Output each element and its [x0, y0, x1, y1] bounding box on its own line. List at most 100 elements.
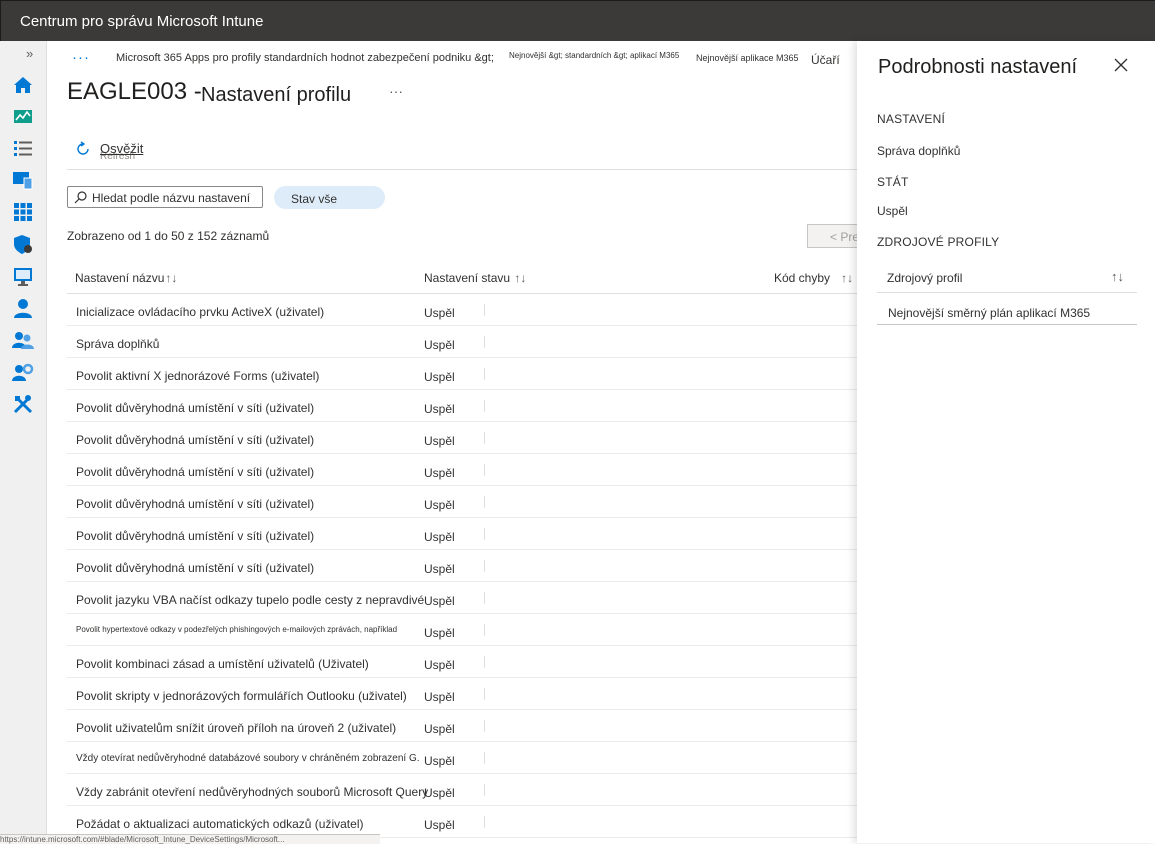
- table-row[interactable]: Správa doplňků Uspěl: [67, 326, 857, 358]
- table-row[interactable]: Povolit skripty v jednorázových formulář…: [67, 678, 857, 710]
- main-content: ··· Microsoft 365 Apps pro profily stand…: [47, 41, 857, 843]
- setting-status-cell: Uspěl: [424, 402, 455, 416]
- table-row[interactable]: Povolit uživatelům snížit úroveň příloh …: [67, 710, 857, 742]
- cell-separator: [484, 400, 485, 412]
- source-header-divider: [877, 292, 1137, 293]
- table-row[interactable]: Povolit důvěryhodná umístění v síti (uži…: [67, 422, 857, 454]
- column-header-setting-status[interactable]: Nastavení stavu ↑↓: [424, 271, 526, 285]
- cell-separator: [484, 656, 485, 668]
- source-profile-column-header[interactable]: Zdrojový profil: [887, 271, 962, 285]
- source-profiles-label: ZDROJOVÉ PROFILY: [877, 235, 1000, 249]
- breadcrumb-item-latest[interactable]: Nejnovější &gt; standardních &gt; aplika…: [509, 51, 679, 60]
- setting-name-cell[interactable]: Správa doplňků: [76, 337, 159, 351]
- source-profile-row: Nejnovější směrný plán aplikací M365: [888, 306, 1091, 320]
- column-header-setting-name[interactable]: Nastavení názvu↑↓: [75, 271, 177, 285]
- setting-name-cell[interactable]: Povolit skripty v jednorázových formulář…: [76, 689, 407, 703]
- cell-separator: [484, 688, 485, 700]
- setting-name-cell[interactable]: Povolit důvěryhodná umístění v síti (uži…: [76, 433, 314, 447]
- cell-separator: [484, 528, 485, 540]
- table-row[interactable]: Povolit důvěryhodná umístění v síti (uži…: [67, 486, 857, 518]
- dashboard-icon[interactable]: [12, 105, 34, 127]
- status-filter-label: Stav vše: [291, 192, 338, 206]
- table-row[interactable]: Povolit důvěryhodná umístění v síti (uži…: [67, 550, 857, 582]
- state-value: Uspěl: [877, 204, 908, 218]
- sort-icon[interactable]: ↑↓: [841, 271, 853, 285]
- setting-name-cell[interactable]: Vždy otevírat nedůvěryhodné databázové s…: [76, 753, 420, 764]
- setting-status-cell: Uspěl: [424, 722, 455, 736]
- table-row[interactable]: Vždy otevírat nedůvěryhodné databázové s…: [67, 742, 857, 774]
- refresh-label: Osvěžit: [100, 141, 144, 156]
- sort-icon[interactable]: ↑↓: [165, 271, 177, 285]
- setting-name-cell[interactable]: Požádat o aktualizaci automatických odka…: [76, 817, 363, 831]
- setting-name-cell[interactable]: Povolit důvěryhodná umístění v síti (uži…: [76, 561, 314, 575]
- setting-name-cell[interactable]: Inicializace ovládacího prvku ActiveX (u…: [76, 305, 324, 319]
- setting-name-cell[interactable]: Povolit důvěryhodná umístění v síti (uži…: [76, 465, 314, 479]
- setting-name-cell[interactable]: Povolit důvěryhodná umístění v síti (uži…: [76, 497, 314, 511]
- setting-status-cell: Uspěl: [424, 786, 455, 800]
- cell-separator: [484, 304, 485, 316]
- search-input[interactable]: Hledat podle názvu nastavení: [67, 186, 263, 208]
- cell-separator: [484, 496, 485, 508]
- groups-icon[interactable]: [12, 329, 34, 351]
- top-bar: Centrum pro správu Microsoft Intune: [0, 0, 1155, 41]
- reports-icon[interactable]: [12, 265, 34, 287]
- refresh-button[interactable]: Refresh Osvěžit: [73, 138, 163, 162]
- troubleshooting-icon[interactable]: [12, 393, 34, 415]
- breadcrumb-item-m365[interactable]: Nejnovější aplikace M365: [696, 53, 799, 63]
- table-row[interactable]: Povolit důvěryhodná umístění v síti (uži…: [67, 454, 857, 486]
- table-row[interactable]: Povolit hypertextové odkazy v podezřelýc…: [67, 614, 857, 646]
- app-title[interactable]: Centrum pro správu Microsoft Intune: [20, 13, 263, 30]
- apps-icon[interactable]: [12, 201, 34, 223]
- expand-nav-icon[interactable]: »: [26, 46, 33, 61]
- endpoint-security-icon[interactable]: [12, 233, 34, 255]
- table-row[interactable]: Inicializace ovládacího prvku ActiveX (u…: [67, 294, 857, 326]
- status-filter-pill[interactable]: Stav vše: [274, 186, 385, 209]
- setting-name-cell[interactable]: Vždy zabránit otevření nedůvěryhodných s…: [76, 785, 428, 799]
- users-icon[interactable]: [12, 297, 34, 319]
- all-services-icon[interactable]: [12, 137, 34, 159]
- setting-status-cell: Uspěl: [424, 690, 455, 704]
- close-icon[interactable]: [1113, 57, 1129, 73]
- table-row[interactable]: Povolit důvěryhodná umístění v síti (uži…: [67, 518, 857, 550]
- devices-icon[interactable]: [12, 169, 34, 191]
- setting-label: NASTAVENÍ: [877, 112, 946, 126]
- cell-separator: [484, 752, 485, 764]
- setting-name-cell[interactable]: Povolit uživatelům snížit úroveň příloh …: [76, 721, 396, 735]
- cell-separator: [484, 336, 485, 348]
- home-icon[interactable]: [12, 74, 34, 96]
- sort-icon[interactable]: ↑↓: [1111, 269, 1124, 284]
- setting-status-cell: Uspěl: [424, 306, 455, 320]
- table-row[interactable]: Vždy zabránit otevření nedůvěryhodných s…: [67, 774, 857, 806]
- breadcrumb-item-baselines[interactable]: Microsoft 365 Apps pro profily standardn…: [116, 52, 494, 64]
- source-row-divider: [877, 324, 1137, 325]
- cell-separator: [484, 720, 485, 732]
- sort-icon[interactable]: ↑↓: [514, 271, 526, 285]
- setting-name-cell[interactable]: Povolit kombinaci zásad a umístění uživa…: [76, 657, 369, 671]
- column-header-error-code[interactable]: Kód chyby ↑↓: [774, 271, 853, 285]
- setting-name-cell[interactable]: Povolit aktivní X jednorázové Forms (uži…: [76, 369, 319, 383]
- breadcrumb-overflow[interactable]: ···: [72, 49, 90, 66]
- setting-status-cell: Uspěl: [424, 658, 455, 672]
- command-bar-divider: [67, 169, 857, 170]
- search-icon: [74, 191, 87, 204]
- setting-status-cell: Uspěl: [424, 818, 455, 832]
- previous-page-button[interactable]: < Pre: [807, 224, 857, 248]
- more-options-icon[interactable]: ···: [389, 83, 403, 99]
- setting-status-cell: Uspěl: [424, 530, 455, 544]
- table-row[interactable]: Povolit jazyku VBA načíst odkazy tupelo …: [67, 582, 857, 614]
- breadcrumb-item-current[interactable]: Účaří: [811, 53, 840, 67]
- panel-title: Podrobnosti nastavení: [878, 56, 1078, 78]
- tenant-admin-icon[interactable]: [12, 361, 34, 383]
- setting-name-cell[interactable]: Povolit jazyku VBA načíst odkazy tupelo …: [76, 593, 424, 607]
- table-row[interactable]: Povolit důvěryhodná umístění v síti (uži…: [67, 390, 857, 422]
- table-row[interactable]: Povolit kombinaci zásad a umístění uživa…: [67, 646, 857, 678]
- record-count: Zobrazeno od 1 do 50 z 152 záznamů: [67, 229, 270, 243]
- setting-name-cell[interactable]: Povolit důvěryhodná umístění v síti (uži…: [76, 529, 314, 543]
- cell-separator: [484, 432, 485, 444]
- table-row[interactable]: Povolit aktivní X jednorázové Forms (uži…: [67, 358, 857, 390]
- cell-separator: [484, 624, 485, 636]
- previous-page-label: < Pre: [830, 230, 857, 244]
- left-nav: »: [0, 41, 47, 843]
- setting-name-cell[interactable]: Povolit hypertextové odkazy v podezřelýc…: [76, 625, 397, 634]
- setting-name-cell[interactable]: Povolit důvěryhodná umístění v síti (uži…: [76, 401, 314, 415]
